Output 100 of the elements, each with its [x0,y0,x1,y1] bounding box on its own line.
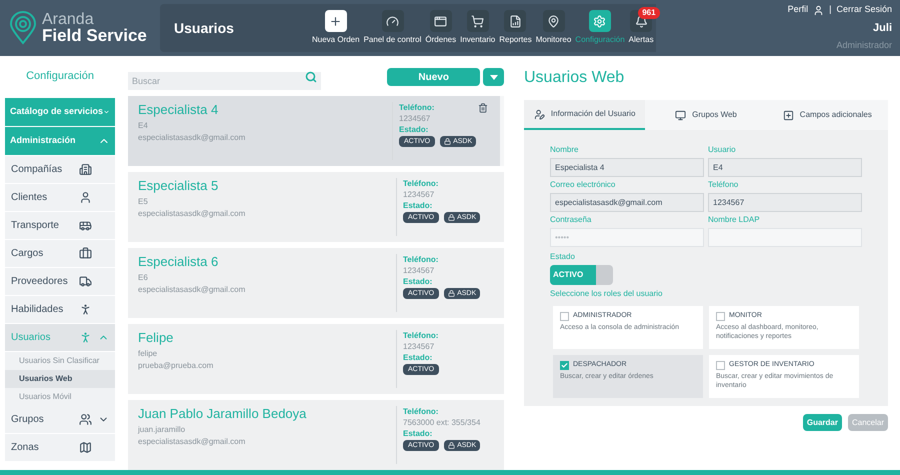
person-icon [79,330,92,344]
phone-label: Teléfono: [403,178,438,189]
lock-icon [448,214,456,221]
status-label: Estado: [403,276,432,287]
user-login: E4 [138,120,149,132]
nav-button[interactable]: Inventario [458,4,498,52]
phone-number: 1234567 [403,341,434,352]
logout-link[interactable]: Cerrar Sesión [836,3,892,17]
logo-text: Field Service [42,28,147,44]
settings-icon [588,10,611,32]
user-icon [79,190,92,204]
alert-count-badge: 961 [638,7,660,19]
field-label: Usuario [708,144,737,156]
tab[interactable]: Información del Usuario [524,100,646,130]
user-icon [813,4,824,16]
user-email: especialistasasdk@gmail.com [138,132,246,144]
user-name: Especialista 6 [138,254,220,270]
chart-document-icon [504,10,526,32]
input-field[interactable]: especialistasasdk@gmail.com [550,193,704,212]
user-email: especialistasasdk@gmail.com [138,436,246,448]
phone-label: Teléfono: [399,102,434,113]
user-email: prueba@prueba.com [138,360,214,372]
status-label: Estado: [403,428,432,439]
nav-button[interactable]: Panel de control [362,4,424,52]
user-name: Felipe [138,330,174,346]
field-label: Nombre [550,144,580,156]
user-email: especialistasasdk@gmail.com [138,284,246,296]
checkbox[interactable] [560,360,569,370]
dropdown-button[interactable] [483,68,504,86]
roles-label: Seleccione los roles del usuario [550,288,664,300]
field-label: Correo electrónico [550,179,616,191]
map-pin-icon [542,10,564,32]
person-icon [79,302,92,316]
sidebar-title: Configuración [25,69,95,84]
sidebar-item[interactable]: Proveedores [5,268,115,296]
map-icon [79,440,92,454]
user-login: E6 [138,272,149,284]
search-field[interactable]: Buscar [128,72,322,90]
trash-icon[interactable] [478,103,488,113]
input-field[interactable]: 1234567 [708,193,862,212]
user-email: especialistasasdk@gmail.com [138,208,246,220]
search-icon[interactable] [305,71,318,83]
input-field[interactable]: Especialista 4 [550,158,704,177]
map-pin-logo-icon [8,11,38,45]
logo-text: Aranda [42,12,95,28]
user-login: felipe [138,348,158,360]
user-login: juan.jaramillo [138,424,186,436]
plus-square-icon [782,110,794,120]
plus-icon [324,10,347,32]
caret-icon [490,74,498,80]
separator: | [829,3,832,16]
user-role: Administrador [836,39,892,52]
page-title: Usuarios [174,18,234,38]
input-field[interactable]: E4 [708,158,862,177]
phone-label: Teléfono: [403,406,438,417]
phone-number: 1234567 [399,113,430,124]
monitor-icon [675,110,686,120]
sidebar-item[interactable]: Cargos [5,240,115,268]
briefcase-icon [79,246,92,260]
sidebar-item[interactable]: Grupos [5,406,115,434]
field-label: Estado [550,251,576,263]
nav-button[interactable]: Monitoreo [534,4,574,52]
checkbox[interactable] [716,312,725,321]
checkbox[interactable] [560,312,569,321]
nav-button[interactable]: Órdenes [423,4,458,52]
bus-icon [79,218,92,232]
status-label: Estado: [403,352,432,363]
lock-icon [444,138,452,145]
phone-number: 1234567 [403,265,434,276]
nav-button[interactable]: Reportes [497,4,534,52]
sidebar-item[interactable]: Transporte [5,212,115,240]
lock-icon [448,290,456,297]
sidebar-item[interactable]: Zonas [5,434,115,462]
phone-number: 7563000 ext: 355/354 [403,417,480,428]
user-edit-icon [534,108,545,120]
field-label: Teléfono [708,179,740,191]
sidebar-item[interactable]: Habilidades [5,296,115,324]
user-name: Especialista 5 [138,178,220,194]
user-name: Juan Pablo Jaramillo Bedoya [138,406,308,422]
field-label: Nombre LDAP [708,214,761,226]
sidebar-subitem[interactable]: Usuarios Web [5,370,115,388]
sidebar-item[interactable]: Clientes [5,184,115,212]
sidebar-item[interactable]: Compañías [5,156,115,184]
phone-label: Teléfono: [403,330,438,341]
tab[interactable]: Campos adicionales [766,100,888,130]
gauge-icon [382,10,404,32]
panel-title: Usuarios Web [524,68,626,88]
status-label: Estado: [399,124,428,135]
user-login: E5 [138,196,149,208]
phone-number: 1234567 [403,189,434,200]
nav-button[interactable]: Nueva Orden [310,4,362,52]
field-label: Contraseña [550,214,592,226]
lock-icon [448,442,456,449]
tab[interactable]: Grupos Web [645,100,767,130]
user-name: Especialista 4 [138,102,220,118]
phone-label: Teléfono: [403,254,438,265]
profile-link[interactable]: Perfil [788,3,808,17]
window-icon [430,10,452,32]
building-icon [79,162,92,176]
checkbox[interactable] [716,360,725,370]
